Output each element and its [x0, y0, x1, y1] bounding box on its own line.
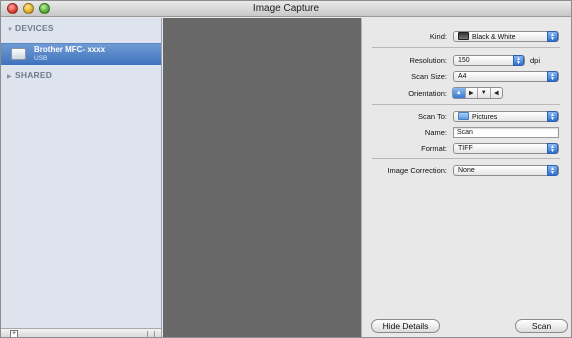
folder-icon: [458, 112, 469, 120]
popup-arrows-icon: ▲ ▼: [547, 31, 558, 42]
resolution-combo[interactable]: 150 ▲ ▼: [453, 55, 525, 66]
image-correction-label: Image Correction:: [387, 166, 447, 175]
disclosure-open-icon[interactable]: ▼: [7, 27, 15, 33]
portrait-down-icon: ▼: [480, 90, 487, 96]
devices-header-label: DEVICES: [15, 23, 54, 33]
shared-header-label: SHARED: [15, 70, 53, 80]
popup-arrows-icon: ▲ ▼: [513, 55, 524, 66]
scan-to-label: Scan To:: [417, 112, 447, 121]
format-popup[interactable]: TIFF ▲ ▼: [453, 143, 559, 154]
scan-size-popup[interactable]: A4 ▲ ▼: [453, 71, 559, 82]
kind-popup[interactable]: Black & White ▲ ▼: [453, 31, 559, 42]
scan-to-popup[interactable]: Pictures ▲ ▼: [453, 111, 559, 122]
title-bar: Image Capture: [1, 1, 571, 17]
sidebar-resize-grip-icon[interactable]: [147, 331, 155, 337]
portrait-upright-icon: ▲: [455, 90, 462, 96]
divider: [372, 104, 560, 105]
devices-section-header[interactable]: ▼ DEVICES: [7, 23, 54, 33]
image-correction-value: None: [458, 167, 475, 174]
resolution-value: 150: [458, 57, 470, 64]
image-capture-window: Image Capture ▼ DEVICES Brother MFC- xxxx…: [0, 0, 572, 338]
black-white-icon: [458, 32, 469, 40]
kind-label: Kind:: [429, 32, 447, 41]
kind-value: Black & White: [472, 34, 516, 41]
divider: [372, 158, 560, 159]
scanner-icon: [11, 48, 26, 60]
dpi-unit-label: dpi: [530, 56, 541, 65]
format-label: Format:: [421, 144, 447, 153]
orientation-label: Orientation:: [408, 89, 447, 98]
device-connection: USB: [34, 55, 48, 62]
scan-size-label: Scan Size:: [411, 72, 447, 81]
divider: [372, 47, 560, 48]
device-name: Brother MFC- xxxx: [34, 45, 106, 54]
orientation-segmented-control: ▲ ▶ ▼ ◀: [452, 87, 503, 99]
landscape-left-icon: ▶: [468, 90, 474, 97]
window-title: Image Capture: [252, 3, 320, 14]
sidebar-item-device[interactable]: Brother MFC- xxxx USB: [1, 43, 161, 65]
add-device-button[interactable]: +: [10, 330, 18, 337]
orientation-landscape-right[interactable]: ◀: [491, 88, 503, 98]
scan-settings-panel: Kind: Black & White ▲ ▼ Resolution: 150 ▲…: [361, 18, 571, 337]
sidebar-bottom-bar: +: [1, 328, 162, 337]
scan-preview-area[interactable]: [163, 18, 361, 337]
popup-arrows-icon: ▲ ▼: [547, 71, 558, 82]
scan-to-value: Pictures: [472, 114, 498, 121]
orientation-portrait-upright[interactable]: ▲: [453, 88, 466, 98]
scan-size-value: A4: [458, 73, 467, 80]
popup-arrows-icon: ▲ ▼: [547, 143, 558, 154]
name-label: Name:: [424, 128, 447, 137]
popup-arrows-icon: ▲ ▼: [547, 165, 558, 176]
landscape-right-icon: ◀: [493, 90, 499, 97]
orientation-landscape-left[interactable]: ▶: [466, 88, 478, 98]
shared-section-header[interactable]: ▶ SHARED: [7, 70, 52, 80]
name-field[interactable]: Scan: [453, 127, 559, 138]
resolution-label: Resolution:: [409, 56, 447, 65]
scan-button[interactable]: Scan: [515, 319, 568, 333]
orientation-portrait-down[interactable]: ▼: [478, 88, 491, 98]
sidebar: ▼ DEVICES Brother MFC- xxxx USB ▶ SHARED: [1, 18, 162, 328]
hide-details-button[interactable]: Hide Details: [371, 319, 440, 333]
format-value: TIFF: [458, 145, 473, 152]
disclosure-closed-icon[interactable]: ▶: [7, 73, 15, 80]
image-correction-popup[interactable]: None ▲ ▼: [453, 165, 559, 176]
popup-arrows-icon: ▲ ▼: [547, 111, 558, 122]
